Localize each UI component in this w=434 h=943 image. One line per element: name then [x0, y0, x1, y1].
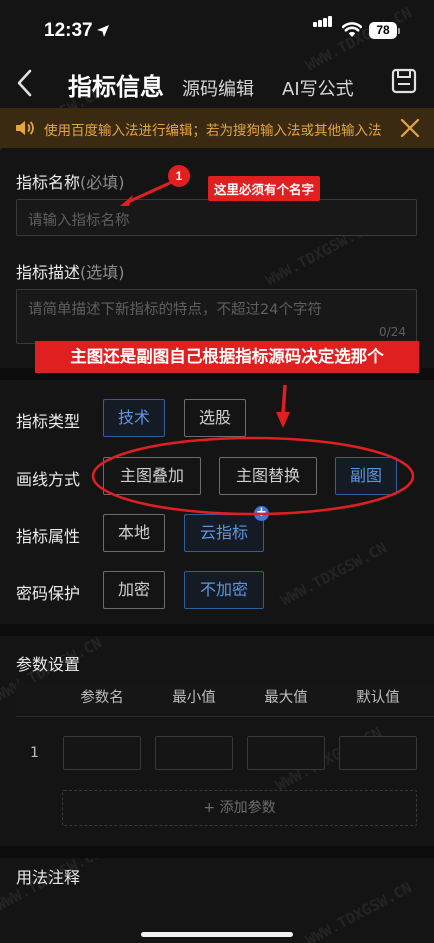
save-icon[interactable] [391, 68, 417, 94]
name-placeholder: 请输入指标名称 [28, 213, 130, 229]
type-label: 指标类型 [16, 412, 81, 431]
draw-option-main-overlay[interactable]: 主图叠加 [103, 457, 201, 495]
name-input[interactable]: 请输入指标名称 [16, 199, 417, 236]
close-icon[interactable] [398, 116, 422, 140]
pwd-option-no-encrypt[interactable]: 不加密 [184, 571, 264, 609]
params-header-default: 默认值 [356, 690, 400, 706]
page-title: 指标信息 [68, 73, 164, 101]
watermark-text: WWW.TDXGSW.CN [277, 538, 390, 610]
battery-tip [398, 28, 400, 34]
param-default-input[interactable] [339, 736, 417, 770]
optional-tag: (选填) [80, 263, 125, 282]
wifi-icon [342, 22, 362, 37]
draw-option-sub-chart[interactable]: 副图 [335, 457, 397, 495]
annotation-draw-hint: 主图还是副图自己根据指标源码决定选那个 [35, 341, 419, 373]
name-label: 指标名称(必填) [16, 169, 125, 193]
param-row-index: 1 [30, 745, 39, 761]
params-header-min: 最小值 [172, 690, 216, 706]
watermark-text: WWW.TDXGSW.CN [302, 878, 415, 943]
section-divider [0, 846, 434, 858]
params-header-name: 参数名 [80, 690, 124, 706]
name-label-text: 指标名称 [16, 173, 81, 192]
battery-icon: 78 [369, 22, 397, 39]
pwd-label: 密码保护 [16, 584, 81, 603]
annotation-arrow-draw-head [276, 412, 290, 428]
param-min-input[interactable] [155, 736, 233, 770]
param-name-input[interactable] [63, 736, 141, 770]
desc-label: 指标描述(选填) [16, 259, 125, 283]
nav-bar: 指标信息 源码编辑 AI写公式 [0, 58, 434, 108]
annotation-badge: 1 [168, 165, 190, 187]
draw-label: 画线方式 [16, 470, 81, 489]
desc-placeholder: 请简单描述下新指标的特点，不超过24个字符 [28, 302, 322, 318]
draw-option-main-replace[interactable]: 主图替换 [219, 457, 317, 495]
required-tag: (必填) [80, 173, 125, 192]
params-title: 参数设置 [16, 655, 81, 674]
param-max-input[interactable] [247, 736, 325, 770]
status-time: 12:37 [44, 20, 93, 41]
back-chevron-icon[interactable] [12, 66, 38, 100]
params-header-divider [16, 716, 434, 717]
status-bar: 12:37 78 [0, 0, 434, 58]
location-arrow-icon [97, 25, 109, 37]
annotation-arrow-draw [281, 384, 287, 415]
notice-bar: 使用百度输入法进行编辑；若为搜狗输入法或其他输入法 [0, 108, 434, 148]
attr-option-cloud[interactable]: 云指标 [184, 514, 264, 552]
add-icon[interactable]: + [254, 506, 269, 521]
pwd-option-encrypt[interactable]: 加密 [103, 571, 165, 609]
speaker-icon [16, 121, 34, 135]
section-divider [0, 624, 434, 636]
desc-label-text: 指标描述 [16, 263, 81, 282]
tab-ai-formula[interactable]: AI写公式 [282, 75, 354, 101]
attr-option-local[interactable]: 本地 [103, 514, 165, 552]
type-option-technical[interactable]: 技术 [103, 399, 165, 437]
desc-textarea[interactable]: 请简单描述下新指标的特点，不超过24个字符 0/24 [16, 289, 417, 344]
params-header-max: 最大值 [264, 690, 308, 706]
add-param-button[interactable]: + 添加参数 [62, 790, 417, 826]
notice-text: 使用百度输入法进行编辑；若为搜狗输入法或其他输入法 [44, 123, 382, 139]
attr-label: 指标属性 [16, 527, 81, 546]
annotation-name-hint: 这里必须有个名字 [208, 176, 321, 201]
type-option-screener[interactable]: 选股 [184, 399, 246, 437]
tab-source-edit[interactable]: 源码编辑 [182, 75, 254, 101]
char-counter: 0/24 [379, 325, 406, 339]
home-indicator [141, 932, 293, 937]
usage-title: 用法注释 [16, 868, 81, 887]
